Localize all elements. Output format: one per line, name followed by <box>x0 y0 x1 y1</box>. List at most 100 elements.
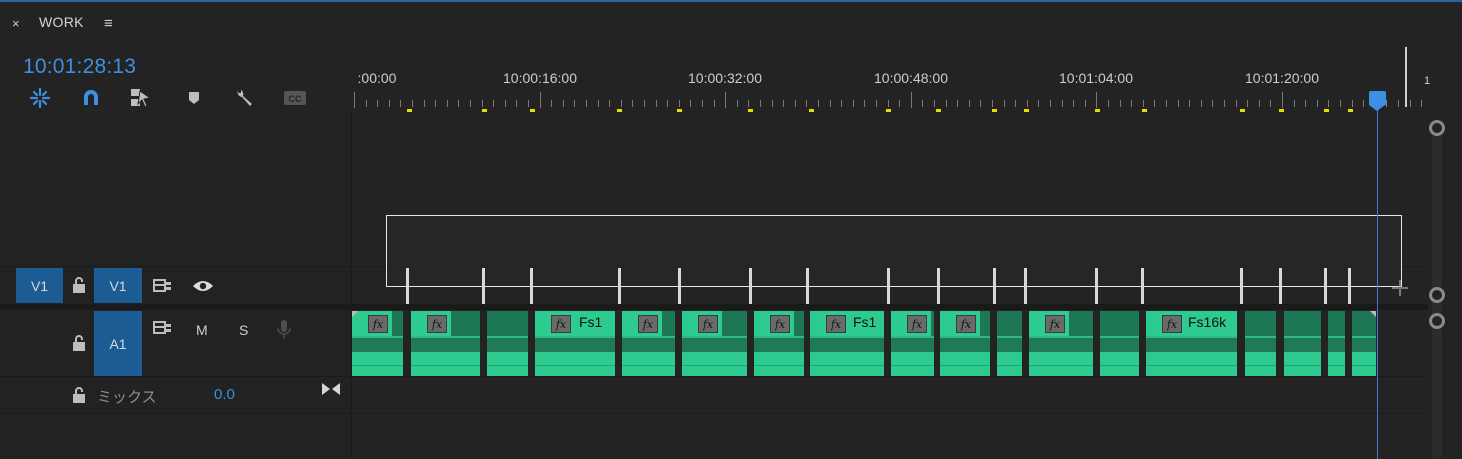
magnet-icon[interactable] <box>78 86 104 110</box>
fx-badge[interactable]: fx <box>638 315 658 333</box>
ruler-tick <box>899 100 901 107</box>
audio-clip[interactable] <box>1352 311 1376 376</box>
linked-selection-icon[interactable] <box>128 86 154 110</box>
ruler-tick <box>1189 100 1191 107</box>
a1-lock-icon[interactable] <box>71 334 87 357</box>
fx-badge[interactable]: fx <box>551 315 571 333</box>
add-marker-icon[interactable] <box>181 86 207 110</box>
panel-menu-icon[interactable]: ≡ <box>104 15 113 32</box>
ruler-label: :00:00 <box>357 70 397 86</box>
sequence-tab-title[interactable]: WORK <box>39 14 84 30</box>
mute-button[interactable]: M <box>196 322 208 338</box>
v1-edit-point[interactable] <box>1348 268 1351 304</box>
fx-badge[interactable]: fx <box>368 315 388 333</box>
mix-lock-icon[interactable] <box>71 386 87 409</box>
audio-clip[interactable]: fx <box>754 311 804 376</box>
v1-edit-point[interactable] <box>1240 268 1243 304</box>
ruler-tick <box>1258 100 1260 107</box>
ruler-tick <box>760 100 761 107</box>
ruler-tick <box>470 100 471 107</box>
time-ruler[interactable]: :00:00 10:00:16:00 10:00:32:00 10:00:48:… <box>352 48 1428 112</box>
fx-badge[interactable]: fx <box>826 315 846 333</box>
ruler-tick <box>1084 100 1086 107</box>
playhead-timecode[interactable]: 10:01:28:13 <box>23 55 136 79</box>
playhead-handle[interactable] <box>1369 91 1386 105</box>
a1-track-target[interactable]: A1 <box>94 311 142 376</box>
audio-clip[interactable] <box>997 311 1022 376</box>
ruler-tick <box>609 100 611 107</box>
v1-edit-point[interactable] <box>749 268 752 304</box>
audio-clip[interactable]: fx <box>622 311 675 376</box>
ruler-tick <box>806 100 808 107</box>
v1-track-target[interactable]: V1 <box>94 268 142 303</box>
v1-edit-point[interactable] <box>806 268 809 304</box>
audio-clip[interactable]: fx <box>891 311 934 376</box>
ruler-tick <box>539 92 541 108</box>
mix-pan-icon[interactable] <box>321 382 341 401</box>
v1-edit-point[interactable] <box>482 268 485 304</box>
audio-clip[interactable]: fx <box>411 311 480 376</box>
v1-edit-point[interactable] <box>1324 268 1327 304</box>
panel-tab-bar <box>0 2 1462 40</box>
ruler-tick <box>1363 100 1365 107</box>
v1-edit-point[interactable] <box>1279 268 1282 304</box>
v1-lock-icon[interactable] <box>71 276 87 299</box>
v1-edit-point[interactable] <box>1024 268 1027 304</box>
v1-edit-point[interactable] <box>993 268 996 304</box>
fx-badge[interactable]: fx <box>698 315 718 333</box>
audio-clip[interactable] <box>487 311 528 376</box>
audio-clip[interactable] <box>1284 311 1321 376</box>
ruler-tick <box>771 100 773 107</box>
ruler-tick <box>841 100 843 107</box>
wrench-icon[interactable] <box>231 86 257 110</box>
eye-icon[interactable] <box>192 279 214 298</box>
v1-edit-point[interactable] <box>887 268 890 304</box>
fx-badge[interactable]: fx <box>1045 315 1065 333</box>
a1-sync-lock-icon[interactable] <box>153 320 173 341</box>
audio-clip[interactable] <box>1100 311 1139 376</box>
ruler-tick <box>992 100 993 107</box>
audio-clip[interactable]: fx <box>682 311 747 376</box>
mix-volume-value[interactable]: 0.0 <box>214 386 235 403</box>
scrollbar-handle-bottom[interactable] <box>1429 287 1445 303</box>
video-audio-divider[interactable] <box>0 304 1428 310</box>
audio-clip[interactable] <box>1328 311 1345 376</box>
ruler-tick <box>1015 100 1017 107</box>
audio-clip[interactable] <box>1245 311 1276 376</box>
audio-clip[interactable]: fx <box>535 311 615 376</box>
fx-badge[interactable]: fx <box>907 315 927 333</box>
v1-sync-lock-icon[interactable] <box>153 278 173 299</box>
ruler-tick <box>1235 100 1237 107</box>
v1-edit-point[interactable] <box>1095 268 1098 304</box>
fx-badge[interactable]: fx <box>956 315 976 333</box>
fx-badge[interactable]: fx <box>1162 315 1182 333</box>
v1-edit-point[interactable] <box>618 268 621 304</box>
scrollbar-handle-top[interactable] <box>1429 120 1445 136</box>
solo-button[interactable]: S <box>239 322 248 338</box>
audio-scrollbar-handle[interactable] <box>1429 313 1445 329</box>
v1-source-patch[interactable]: V1 <box>16 268 63 303</box>
ruler-tick <box>690 100 692 107</box>
svg-text:CC: CC <box>289 94 302 104</box>
audio-clip[interactable]: fx <box>352 311 403 376</box>
close-icon[interactable]: × <box>12 16 20 31</box>
ruler-tick <box>516 100 518 107</box>
ruler-tick <box>1212 100 1214 107</box>
playhead-line[interactable] <box>1377 104 1378 459</box>
captions-icon[interactable]: CC <box>282 86 308 110</box>
ruler-tick <box>1247 100 1249 107</box>
v1-edit-point[interactable] <box>530 268 533 304</box>
track-divider <box>0 413 1428 414</box>
v1-edit-point[interactable] <box>1141 268 1144 304</box>
v1-edit-point[interactable] <box>406 268 409 304</box>
v1-edit-point[interactable] <box>937 268 940 304</box>
fx-badge[interactable]: fx <box>770 315 790 333</box>
audio-clip[interactable]: fx <box>940 311 990 376</box>
insert-sequence-as-nest-icon[interactable] <box>27 86 53 110</box>
v1-edit-point[interactable] <box>678 268 681 304</box>
ruler-label: 10:00:32:00 <box>688 70 762 86</box>
microphone-icon[interactable] <box>277 319 291 346</box>
fx-badge[interactable]: fx <box>427 315 447 333</box>
ruler-tick <box>910 92 912 108</box>
audio-clip[interactable]: fx <box>1029 311 1093 376</box>
